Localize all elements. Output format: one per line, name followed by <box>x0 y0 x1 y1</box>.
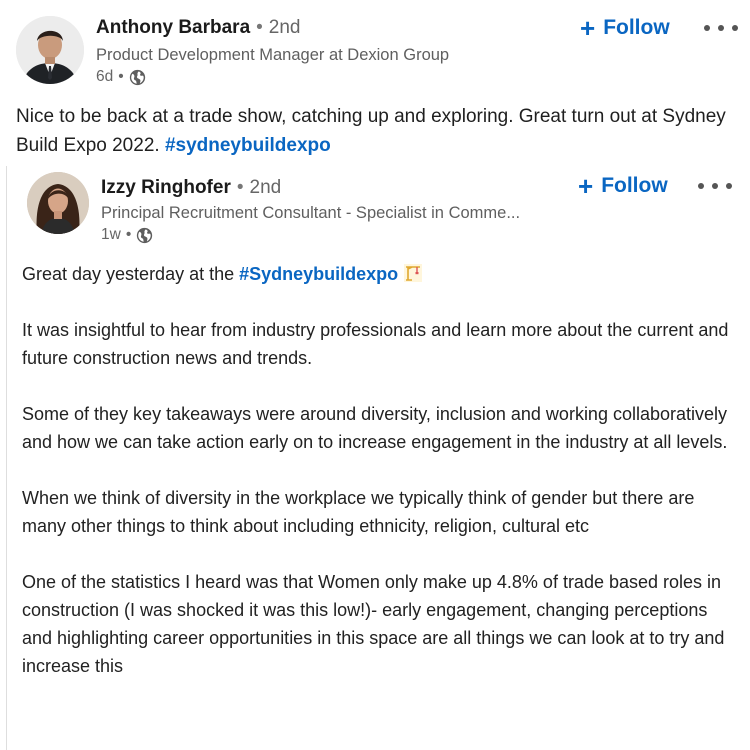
hashtag-link[interactable]: #Sydneybuildexpo <box>239 264 398 284</box>
author-name[interactable]: Anthony Barbara <box>96 17 250 38</box>
separator-dot: • <box>118 68 124 85</box>
post-meta: 6d • <box>96 68 146 86</box>
profile-photo-icon <box>16 16 84 84</box>
intro-paragraph: Great day yesterday at the #Sydneybuilde… <box>22 260 737 288</box>
follow-button[interactable]: + Follow <box>578 173 668 199</box>
plus-icon: + <box>580 13 596 43</box>
separator-dot: • <box>256 17 263 38</box>
reshared-author-name[interactable]: Izzy Ringhofer <box>101 177 231 198</box>
more-options-icon[interactable] <box>704 24 738 32</box>
post-time: 6d <box>96 68 114 85</box>
reshared-post-text: Great day yesterday at the #Sydneybuilde… <box>22 260 737 708</box>
body-paragraph: When we think of diversity in the workpl… <box>22 488 695 536</box>
reshared-author-avatar[interactable] <box>27 172 89 234</box>
globe-icon <box>129 69 145 85</box>
construction-crane-icon <box>404 264 423 282</box>
body-paragraph: It was insightful to hear from industry … <box>22 320 729 368</box>
body-paragraph: Some of they key takeaways were around d… <box>22 404 728 452</box>
post-text: Nice to be back at a trade show, catchin… <box>16 102 736 160</box>
reshare-divider <box>6 166 7 750</box>
hashtag-link[interactable]: #sydneybuildexpo <box>165 135 331 156</box>
author-name-line: Anthony Barbara • 2nd <box>96 17 301 39</box>
shared-post: Anthony Barbara • 2nd Product Development … <box>0 0 750 750</box>
post-time: 1w <box>101 226 121 243</box>
reshared-author-name-line: Izzy Ringhofer • 2nd <box>101 177 281 199</box>
reshared-author-headline: Principal Recruitment Consultant - Speci… <box>101 204 521 222</box>
author-avatar[interactable] <box>16 16 84 84</box>
follow-label: Follow <box>603 16 670 39</box>
connection-degree: 2nd <box>249 177 282 198</box>
connection-degree: 2nd <box>268 17 301 38</box>
post-body: Nice to be back at a trade show, catchin… <box>16 106 726 156</box>
plus-icon: + <box>578 171 594 201</box>
more-options-icon[interactable] <box>698 182 732 190</box>
reshared-post-meta: 1w • <box>101 226 153 244</box>
separator-dot: • <box>125 226 132 243</box>
separator-dot: • <box>236 177 244 198</box>
intro-text: Great day yesterday at the <box>22 264 240 284</box>
author-headline: Product Development Manager at Dexion Gr… <box>96 46 450 64</box>
body-paragraph: One of the statistics I heard was that W… <box>22 572 725 676</box>
profile-photo-icon <box>27 172 89 234</box>
follow-button[interactable]: + Follow <box>580 15 670 41</box>
globe-icon <box>137 227 153 243</box>
follow-label: Follow <box>601 174 668 197</box>
